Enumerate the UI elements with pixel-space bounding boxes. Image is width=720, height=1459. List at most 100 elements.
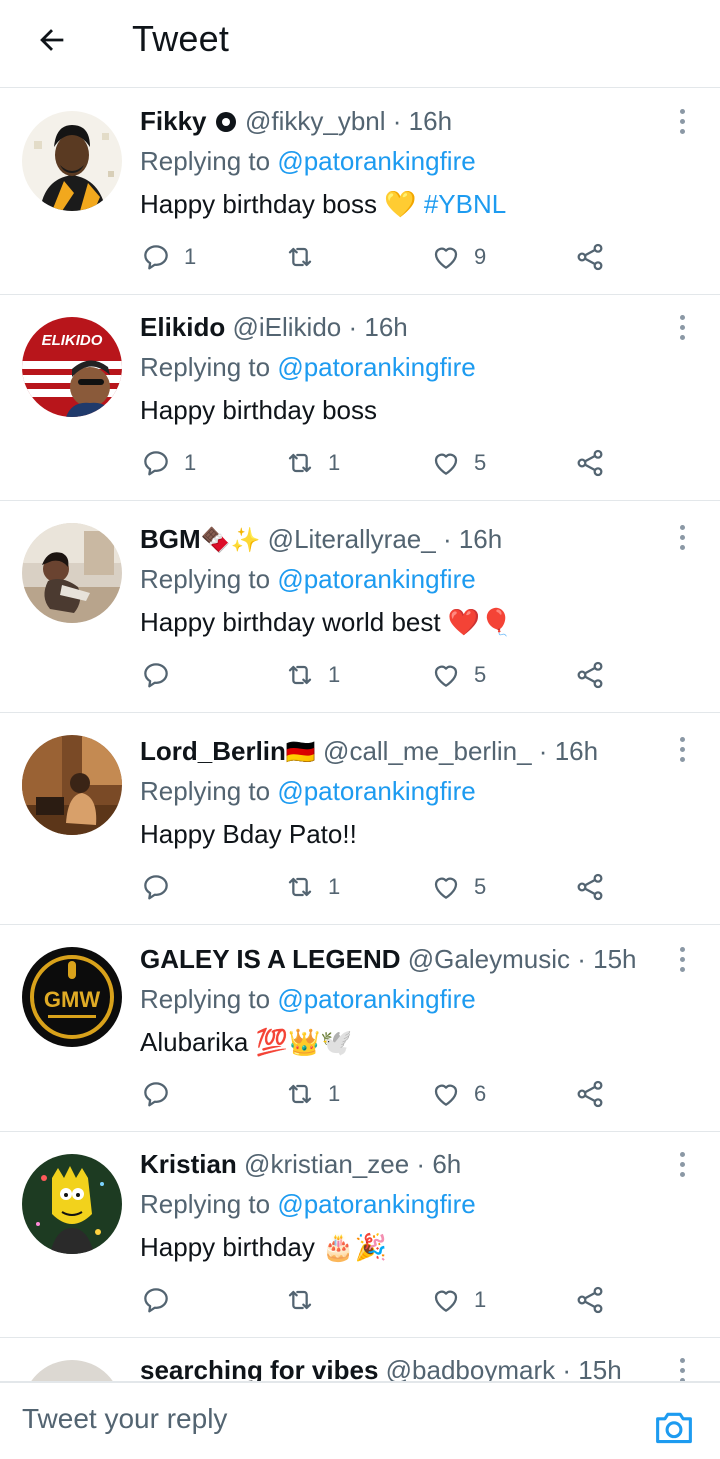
- reply-tweet[interactable]: GMW GALEY IS A LEGEND @Galeymusic · 15h …: [0, 925, 720, 1132]
- display-name[interactable]: Fikky: [140, 106, 207, 136]
- hashtag-link[interactable]: #YBNL: [417, 189, 506, 219]
- more-options-button[interactable]: [670, 519, 694, 555]
- retweet-button[interactable]: 1: [284, 443, 340, 483]
- retweet-icon: [288, 1084, 312, 1104]
- avatar[interactable]: [22, 1154, 122, 1254]
- user-handle[interactable]: @call_me_berlin_: [323, 736, 532, 766]
- share-button[interactable]: [574, 1074, 606, 1114]
- avatar-logo-text: GMW: [44, 987, 100, 1012]
- like-button[interactable]: 5: [430, 443, 486, 483]
- like-button[interactable]: 1: [430, 1280, 486, 1320]
- reply-tweet[interactable]: searching for vibes @badboymark · 15h: [0, 1338, 720, 1381]
- user-handle[interactable]: @Galeymusic: [408, 944, 570, 974]
- tweet-actions: 1 9: [140, 237, 620, 277]
- display-name[interactable]: Kristian: [140, 1149, 237, 1179]
- user-handle[interactable]: @Literallyrae_: [268, 524, 436, 554]
- user-handle[interactable]: @fikky_ybnl: [245, 106, 386, 136]
- like-button[interactable]: 5: [430, 655, 486, 695]
- avatar[interactable]: [22, 523, 122, 623]
- tweet-emoji: 🎂🎉: [322, 1232, 387, 1262]
- heart-icon: [434, 665, 458, 687]
- reply-tweet[interactable]: BGM🍫✨ @Literallyrae_ · 16h Replying to @…: [0, 501, 720, 713]
- timestamp[interactable]: 16h: [459, 524, 502, 554]
- more-options-button[interactable]: [670, 309, 694, 345]
- retweet-button[interactable]: 1: [284, 1074, 340, 1114]
- reply-button[interactable]: [140, 1074, 184, 1114]
- avatar[interactable]: [22, 735, 122, 835]
- camera-icon: [656, 1412, 692, 1444]
- tweet-text: Happy Bday Pato!!: [140, 816, 357, 852]
- avatar[interactable]: GMW: [22, 947, 122, 1047]
- reply-bubble-icon: [144, 1288, 168, 1313]
- retweet-button[interactable]: 1: [284, 867, 340, 907]
- reply-bubble-icon: [144, 875, 168, 900]
- reply-button[interactable]: 1: [140, 237, 196, 277]
- retweet-count: 1: [328, 450, 341, 475]
- heart-icon: [434, 877, 458, 899]
- replying-to-label: Replying to: [140, 564, 278, 594]
- timestamp[interactable]: 16h: [409, 106, 452, 136]
- back-button[interactable]: [30, 18, 74, 62]
- verified-badge-icon: [215, 112, 236, 132]
- retweet-icon: [288, 247, 312, 267]
- avatar[interactable]: ELIKIDO: [22, 317, 122, 417]
- retweet-button[interactable]: [284, 237, 328, 277]
- tweet-text-body: Happy birthday boss: [140, 395, 378, 425]
- timestamp[interactable]: 15h: [578, 1355, 621, 1381]
- mention-link[interactable]: @patorankingfire: [277, 1189, 475, 1219]
- like-button[interactable]: 9: [430, 237, 486, 277]
- share-button[interactable]: [574, 237, 606, 277]
- reply-button[interactable]: 1: [140, 443, 196, 483]
- reply-button[interactable]: [140, 655, 184, 695]
- reply-input[interactable]: [22, 1397, 622, 1441]
- more-options-button[interactable]: [670, 1352, 694, 1381]
- like-button[interactable]: 5: [430, 867, 486, 907]
- tweet-header: Elikido @iElikido · 16h: [140, 309, 660, 345]
- display-name[interactable]: Lord_Berlin: [140, 736, 286, 766]
- share-button[interactable]: [574, 655, 606, 695]
- user-avatar-image: GMW: [22, 947, 122, 1047]
- mention-link[interactable]: @patorankingfire: [277, 776, 475, 806]
- retweet-button[interactable]: 1: [284, 655, 340, 695]
- reply-count: 1: [184, 244, 197, 269]
- mention-link[interactable]: @patorankingfire: [277, 564, 475, 594]
- user-handle[interactable]: @iElikido: [232, 312, 341, 342]
- like-count: 9: [474, 244, 487, 269]
- avatar[interactable]: [22, 111, 122, 211]
- reply-tweet[interactable]: Fikky @fikky_ybnl · 16h Replying to @pat…: [0, 89, 720, 295]
- share-button[interactable]: [574, 1280, 606, 1320]
- avatar[interactable]: [22, 1360, 122, 1381]
- user-handle[interactable]: @kristian_zee: [244, 1149, 409, 1179]
- share-button[interactable]: [574, 443, 606, 483]
- share-button[interactable]: [574, 867, 606, 907]
- timestamp[interactable]: 6h: [432, 1149, 461, 1179]
- retweet-button[interactable]: [284, 1280, 328, 1320]
- display-name[interactable]: searching for vibes: [140, 1355, 378, 1381]
- timestamp[interactable]: 16h: [364, 312, 407, 342]
- display-name[interactable]: GALEY IS A LEGEND: [140, 944, 401, 974]
- like-button[interactable]: 6: [430, 1074, 486, 1114]
- timestamp[interactable]: 15h: [593, 944, 636, 974]
- reply-tweet[interactable]: Lord_Berlin🇩🇪 @call_me_berlin_ · 16h Rep…: [0, 713, 720, 925]
- more-options-button[interactable]: [670, 941, 694, 977]
- reply-button[interactable]: [140, 867, 184, 907]
- timestamp[interactable]: 16h: [555, 736, 598, 766]
- mention-link[interactable]: @patorankingfire: [277, 352, 475, 382]
- mention-link[interactable]: @patorankingfire: [277, 146, 475, 176]
- replies-list: Fikky @fikky_ybnl · 16h Replying to @pat…: [0, 89, 720, 1381]
- mention-link[interactable]: @patorankingfire: [277, 984, 475, 1014]
- replying-to: Replying to @patorankingfire: [140, 981, 476, 1017]
- reply-tweet[interactable]: ELIKIDO Elikido @iElikido · 16h Replying…: [0, 295, 720, 501]
- display-name[interactable]: BGM: [140, 524, 201, 554]
- reply-count: 1: [184, 450, 197, 475]
- user-avatar-image: [22, 1154, 122, 1254]
- tweet-text: Alubarika 💯👑🕊️: [140, 1024, 353, 1060]
- more-options-button[interactable]: [670, 103, 694, 139]
- display-name[interactable]: Elikido: [140, 312, 225, 342]
- reply-tweet[interactable]: Kristian @kristian_zee · 6h Replying to …: [0, 1132, 720, 1338]
- more-options-button[interactable]: [670, 1146, 694, 1182]
- user-handle[interactable]: @badboymark: [386, 1355, 555, 1381]
- camera-button[interactable]: [652, 1407, 696, 1447]
- reply-button[interactable]: [140, 1280, 184, 1320]
- more-options-button[interactable]: [670, 731, 694, 767]
